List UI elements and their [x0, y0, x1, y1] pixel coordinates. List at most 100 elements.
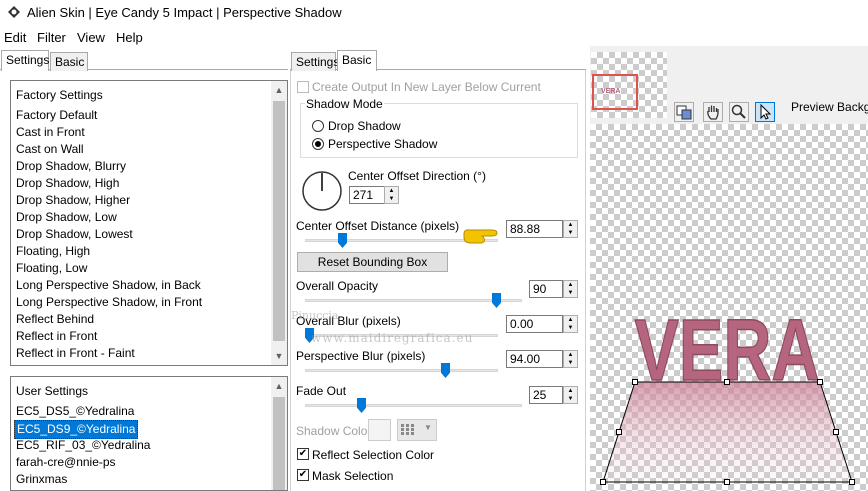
create-output-label: Create Output In New Layer Below Current — [312, 80, 541, 94]
menu-filter[interactable]: Filter — [37, 30, 66, 45]
watermark-line2: www.maidiregrafica.eu — [311, 331, 474, 345]
fade-out-spinner[interactable]: ▲ ▼ — [563, 386, 578, 404]
perspective-blur-spinner[interactable]: ▲ ▼ — [563, 350, 578, 368]
thumb-text: VERA — [601, 88, 621, 95]
user-preset-item[interactable]: farah-cre@nnie-ps — [16, 454, 116, 471]
reflect-selection-color-checkbox[interactable]: ✔ — [297, 448, 309, 460]
bbox-handle[interactable] — [817, 379, 823, 385]
chevron-down-icon: ▼ — [424, 423, 432, 432]
center-offset-distance-input[interactable]: 88.88 — [506, 220, 563, 238]
fade-out-input[interactable]: 25 — [529, 386, 563, 404]
factory-settings-header: Factory Settings — [16, 88, 103, 102]
scroll-down-arrow-icon[interactable]: ▼ — [271, 348, 287, 364]
factory-preset-item[interactable]: Long Perspective Shadow, in Front — [16, 294, 202, 311]
factory-preset-item[interactable]: Reflect in Front - Faint — [16, 345, 135, 362]
bbox-handle[interactable] — [833, 429, 839, 435]
watermark-line1: Pinuccia — [291, 309, 339, 322]
factory-preset-item[interactable]: Reflect Behind — [16, 311, 94, 328]
overall-opacity-label: Overall Opacity — [296, 279, 379, 293]
tab-settings-mid[interactable]: Settings — [291, 52, 339, 71]
factory-preset-item[interactable]: Floating, Low — [16, 260, 87, 277]
factory-preset-item[interactable]: Cast on Wall — [16, 141, 84, 158]
preview-canvas[interactable]: VERA — [590, 124, 868, 491]
reset-bounding-box-button[interactable]: Reset Bounding Box — [297, 252, 448, 272]
direction-spinner[interactable]: ▲ ▼ — [384, 186, 399, 204]
user-preset-item[interactable]: Grinxmas — [16, 471, 67, 488]
bbox-handle[interactable] — [600, 479, 606, 485]
palette-grid-icon — [401, 424, 414, 435]
scroll-thumb[interactable] — [273, 101, 285, 341]
overall-blur-input[interactable]: 0.00 — [506, 315, 563, 333]
bbox-handle[interactable] — [724, 379, 730, 385]
direction-dial-icon[interactable] — [301, 170, 343, 212]
mask-selection-checkbox[interactable]: ✔ — [297, 469, 309, 481]
distance-spinner[interactable]: ▲ ▼ — [563, 220, 578, 238]
tab-settings-left[interactable]: Settings — [1, 50, 49, 71]
menu-help[interactable]: Help — [116, 30, 143, 45]
selection-tool[interactable] — [755, 102, 775, 122]
drop-shadow-radio[interactable] — [312, 120, 324, 132]
shadow-color-label: Shadow Color — [296, 424, 372, 438]
scroll-up-arrow-icon[interactable]: ▲ — [271, 82, 287, 98]
watermark: Pinuccia www.maidiregrafica.eu — [281, 309, 501, 349]
magnifier-icon — [731, 104, 746, 119]
menu-bar: Edit Filter View Help — [0, 27, 868, 47]
user-scrollbar[interactable]: ▲ — [271, 377, 287, 490]
perspective-blur-track[interactable] — [305, 369, 498, 372]
factory-preset-item[interactable]: Drop Shadow, Blurry — [16, 158, 126, 175]
drop-shadow-label: Drop Shadow — [328, 119, 401, 133]
hand-icon — [707, 105, 719, 120]
center-offset-direction-input[interactable]: 271 — [349, 186, 385, 204]
perspective-blur-label: Perspective Blur (pixels) — [296, 349, 426, 363]
perspective-shadow-label: Perspective Shadow — [328, 137, 438, 151]
center-offset-direction-label: Center Offset Direction (°) — [348, 169, 486, 183]
bbox-handle[interactable] — [632, 379, 638, 385]
bbox-handle[interactable] — [616, 429, 622, 435]
menu-edit[interactable]: Edit — [4, 30, 26, 45]
shadow-mode-label: Shadow Mode — [305, 97, 384, 111]
zoom-tool[interactable] — [729, 102, 749, 122]
factory-preset-item[interactable]: Drop Shadow, High — [16, 175, 119, 192]
tab-basic-left[interactable]: Basic — [50, 52, 88, 71]
user-preset-item[interactable]: EC5_DS5_©Yedralina — [16, 403, 134, 420]
blur-spinner[interactable]: ▲ ▼ — [563, 315, 578, 333]
preview-background-label: Preview Backgr — [791, 100, 868, 114]
menu-view[interactable]: View — [77, 30, 105, 45]
tab-basic-mid[interactable]: Basic — [337, 50, 377, 71]
pan-tool[interactable] — [703, 102, 723, 122]
navigator-thumbnail[interactable]: VERA — [591, 52, 667, 118]
preview-compare-tool[interactable] — [674, 102, 694, 122]
overall-opacity-input[interactable]: 90 — [529, 280, 563, 298]
palette-dropdown[interactable]: ▼ — [397, 419, 437, 441]
navigator-view-rect[interactable]: VERA — [592, 74, 638, 110]
factory-settings-list[interactable]: Factory Settings Factory Default Cast in … — [10, 80, 288, 366]
user-preset-item[interactable]: EC5_RIF_03_©Yedralina — [16, 437, 150, 454]
perspective-shadow-radio[interactable] — [312, 138, 324, 150]
scroll-thumb[interactable] — [273, 397, 285, 490]
arrow-cursor-icon — [760, 103, 772, 120]
pointing-hand-icon — [463, 229, 498, 244]
factory-preset-item[interactable]: Reflect in Front — [16, 328, 97, 345]
factory-preset-item[interactable]: Factory Default — [16, 107, 97, 124]
factory-preset-item[interactable]: Floating, High — [16, 243, 90, 260]
fade-out-track[interactable] — [305, 404, 522, 407]
bbox-handle[interactable] — [724, 479, 730, 485]
user-settings-list[interactable]: User Settings EC5_DS5_©Yedralina EC5_DS9_… — [10, 376, 288, 491]
compare-icon — [676, 105, 692, 120]
bbox-handle[interactable] — [849, 479, 855, 485]
factory-preset-item[interactable]: Long Perspective Shadow, in Back — [16, 277, 201, 294]
app-icon — [8, 6, 20, 18]
factory-preset-item[interactable]: Cast in Front — [16, 124, 85, 141]
factory-preset-item[interactable]: Drop Shadow, Higher — [16, 192, 130, 209]
factory-preset-item[interactable]: Drop Shadow, Lowest — [16, 226, 133, 243]
create-output-checkbox[interactable] — [297, 81, 309, 93]
radio-selected-dot — [315, 141, 321, 147]
title-bar: Alien Skin | Eye Candy 5 Impact | Perspe… — [0, 0, 868, 26]
perspective-blur-input[interactable]: 94.00 — [506, 350, 563, 368]
shadow-color-swatch[interactable] — [368, 419, 391, 441]
preview-artwork: VERA — [602, 301, 853, 483]
scroll-up-arrow-icon[interactable]: ▲ — [271, 378, 287, 394]
overall-opacity-track[interactable] — [305, 299, 522, 302]
factory-preset-item[interactable]: Drop Shadow, Low — [16, 209, 117, 226]
opacity-spinner[interactable]: ▲ ▼ — [563, 280, 578, 298]
